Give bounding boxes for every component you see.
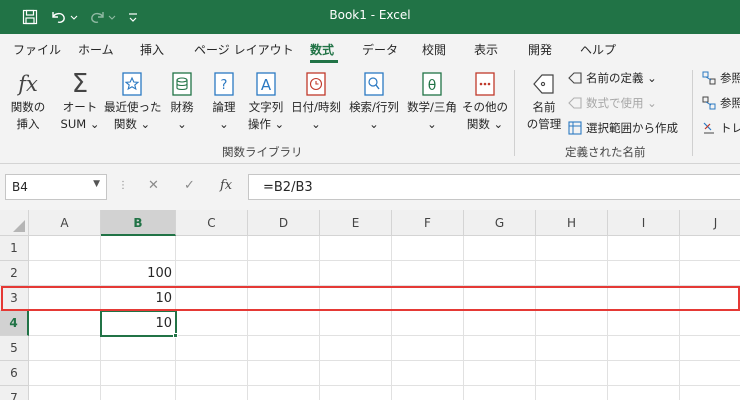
row-header-6[interactable]: 6 xyxy=(0,361,29,386)
tab-page-layout[interactable]: ページ レイアウト xyxy=(194,41,294,58)
date-time-button[interactable]: 日付/時刻 ⌄ xyxy=(288,70,344,132)
cell-b2[interactable]: 100 xyxy=(101,261,176,286)
text-functions-button[interactable]: A 文字列 操作 ⌄ xyxy=(244,70,288,132)
name-manager-button[interactable]: 名前 の管理 xyxy=(522,70,566,132)
formula-input[interactable]: =B2/B3 xyxy=(248,174,740,200)
define-name-button[interactable]: 名前の定義 ⌄ xyxy=(568,70,657,86)
column-header-f[interactable]: F xyxy=(392,210,464,236)
fill-handle[interactable] xyxy=(173,333,178,338)
formula-bar-area: B4 ▼ ⋮ ✕ ✓ fx =B2/B3 xyxy=(0,164,740,210)
svg-text:A: A xyxy=(261,76,272,94)
theta-book-icon: θ xyxy=(419,70,445,98)
tab-developer[interactable]: 開発 xyxy=(528,41,552,58)
trace-dependents-icon xyxy=(702,96,716,110)
create-from-selection-button[interactable]: 選択範囲から作成 xyxy=(568,120,678,136)
small-tag-icon xyxy=(568,72,582,84)
active-tab-indicator xyxy=(310,60,338,63)
tag-icon xyxy=(531,70,557,98)
column-header-c[interactable]: C xyxy=(176,210,248,236)
row-header-4[interactable]: 4 xyxy=(0,311,29,336)
column-header-b[interactable]: B xyxy=(101,210,176,236)
row-3-highlight xyxy=(1,286,740,311)
gridline xyxy=(29,385,740,386)
more-functions-button[interactable]: その他の 関数 ⌄ xyxy=(460,70,510,132)
window-title: Book1 - Excel xyxy=(329,8,411,22)
name-box-dropdown-icon[interactable]: ▼ xyxy=(93,179,100,189)
ribbon: fx 関数の 挿入 Σ オート SUM ⌄ 最近使った 関数 ⌄ 財務 ⌄ ? … xyxy=(0,64,740,164)
use-in-formula-button[interactable]: 数式で使用 ⌄ xyxy=(568,95,657,111)
formula-bar-grip-icon: ⋮ xyxy=(118,180,128,191)
trace-precedents-icon xyxy=(702,71,716,85)
function-library-group-label: 関数ライブラリ xyxy=(222,145,303,159)
grid-selection-icon xyxy=(568,121,582,135)
row-header-5[interactable]: 5 xyxy=(0,336,29,361)
row-header-1[interactable]: 1 xyxy=(0,236,29,261)
clock-book-icon xyxy=(303,70,329,98)
confirm-entry-icon[interactable]: ✓ xyxy=(184,178,195,193)
svg-text:θ: θ xyxy=(428,78,437,94)
tab-help[interactable]: ヘルプ xyxy=(580,41,616,58)
trace-precedents-button[interactable]: 参照 xyxy=(702,70,740,86)
ribbon-tabs: ファイル ホーム 挿入 ページ レイアウト 数式 データ 校閲 表示 開発 ヘル… xyxy=(0,34,740,64)
question-book-icon: ? xyxy=(211,70,237,98)
tab-home[interactable]: ホーム xyxy=(78,41,114,58)
coins-book-icon xyxy=(169,70,195,98)
svg-text:?: ? xyxy=(221,78,228,93)
trace-dependents-button[interactable]: 参照 xyxy=(702,95,740,111)
insert-function-button[interactable]: fx 関数の 挿入 xyxy=(6,70,50,132)
column-header-j[interactable]: J xyxy=(680,210,740,236)
column-header-i[interactable]: I xyxy=(608,210,680,236)
group-separator-2 xyxy=(692,70,693,156)
tab-file[interactable]: ファイル xyxy=(13,41,61,58)
text-book-icon: A xyxy=(253,70,279,98)
column-header-e[interactable]: E xyxy=(320,210,392,236)
column-header-d[interactable]: D xyxy=(248,210,320,236)
defined-names-group-label: 定義された名前 xyxy=(565,145,646,159)
tab-formulas[interactable]: 数式 xyxy=(310,41,334,58)
star-book-icon xyxy=(119,70,145,98)
row-header-7[interactable]: 7 xyxy=(0,386,29,400)
formula-tag-icon xyxy=(568,97,582,109)
recently-used-button[interactable]: 最近使った 関数 ⌄ xyxy=(104,70,162,132)
column-header-h[interactable]: H xyxy=(536,210,608,236)
tab-data[interactable]: データ xyxy=(362,41,398,58)
sigma-icon: Σ xyxy=(71,69,89,99)
gridline xyxy=(29,360,740,361)
group-separator xyxy=(514,70,515,156)
column-header-a[interactable]: A xyxy=(29,210,101,236)
logical-button[interactable]: ? 論理 ⌄ xyxy=(206,70,242,132)
autosum-button[interactable]: Σ オート SUM ⌄ xyxy=(58,69,102,132)
column-header-g[interactable]: G xyxy=(464,210,536,236)
spreadsheet-grid[interactable]: A B C D E F G H I J 1 2 3 4 5 6 7 100 10… xyxy=(0,210,740,400)
remove-arrows-icon xyxy=(703,122,714,134)
tab-view[interactable]: 表示 xyxy=(474,41,498,58)
remove-arrows-button[interactable]: トレ xyxy=(702,120,740,136)
row-header-2[interactable]: 2 xyxy=(0,261,29,286)
tab-review[interactable]: 校閲 xyxy=(422,41,446,58)
fx-icon: fx xyxy=(18,72,38,96)
tab-insert[interactable]: 挿入 xyxy=(140,41,164,58)
math-trig-button[interactable]: θ 数学/三角 ⌄ xyxy=(404,70,460,132)
cancel-entry-icon[interactable]: ✕ xyxy=(148,178,159,193)
lookup-reference-button[interactable]: 検索/行列 ⌄ xyxy=(346,70,402,132)
dots-book-icon xyxy=(472,70,498,98)
financial-button[interactable]: 財務 ⌄ xyxy=(164,70,200,132)
select-all-corner[interactable] xyxy=(0,210,29,236)
active-cell-border xyxy=(100,310,177,337)
magnifier-book-icon xyxy=(361,70,387,98)
name-box[interactable]: B4 ▼ xyxy=(5,174,107,200)
title-bar: Book1 - Excel xyxy=(0,0,740,34)
insert-function-icon[interactable]: fx xyxy=(220,178,232,193)
